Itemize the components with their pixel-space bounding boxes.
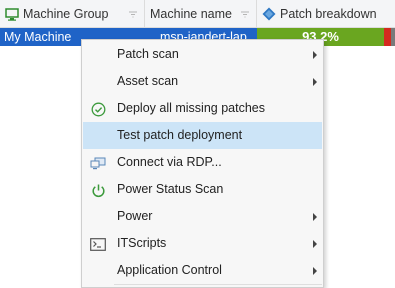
menu-separator [114, 284, 322, 285]
submenu-arrow-icon [313, 213, 317, 221]
menu-item-label: Connect via RDP... [117, 155, 222, 169]
menu-item-label: Power [117, 209, 153, 223]
grid-header: Machine Group Machine name Patch breakdo… [0, 0, 395, 28]
menu-item-patch-scan[interactable]: Patch scan [83, 41, 322, 68]
menu-item-label: Power Status Scan [117, 182, 224, 196]
submenu-arrow-icon [313, 240, 317, 248]
menu-item-itscripts[interactable]: ITScripts [83, 230, 322, 257]
patch-missing-segment [384, 28, 391, 46]
menu-item-label: Deploy all missing patches [117, 101, 265, 115]
column-header-machine-name[interactable]: Machine name [145, 0, 257, 28]
column-header-label: Machine Group [23, 7, 109, 21]
filter-icon[interactable] [240, 9, 250, 19]
check-circle-icon [89, 100, 107, 118]
menu-item-power-status-scan[interactable]: Power Status Scan [83, 176, 322, 203]
menu-item-asset-scan[interactable]: Asset scan [83, 68, 322, 95]
submenu-arrow-icon [313, 267, 317, 275]
menu-item-label: Asset scan [117, 74, 179, 88]
menu-item-test-patch-deployment[interactable]: Test patch deployment [83, 122, 322, 149]
monitor-icon [5, 7, 19, 21]
menu-item-label: ITScripts [117, 236, 167, 250]
context-menu: Patch scan Asset scan Deploy all missing… [81, 39, 324, 288]
menu-item-application-control[interactable]: Application Control [83, 257, 322, 284]
column-header-label: Patch breakdown [280, 7, 377, 21]
column-header-label: Machine name [150, 7, 232, 21]
power-icon [89, 181, 107, 199]
rdp-icon [89, 154, 107, 172]
diamond-icon [262, 7, 276, 21]
patch-bar-end [391, 28, 395, 46]
menu-item-connect-via-rdp[interactable]: Connect via RDP... [83, 149, 322, 176]
submenu-arrow-icon [313, 78, 317, 86]
column-header-patch-breakdown[interactable]: Patch breakdown [257, 0, 395, 28]
menu-item-label: Patch scan [117, 47, 179, 61]
machine-group-cell: My Machine [4, 30, 72, 44]
column-header-machine-group[interactable]: Machine Group [0, 0, 145, 28]
menu-item-power[interactable]: Power [83, 203, 322, 230]
submenu-arrow-icon [313, 51, 317, 59]
menu-item-label: Test patch deployment [117, 128, 243, 142]
terminal-icon [89, 235, 107, 253]
filter-icon[interactable] [128, 9, 138, 19]
menu-item-label: Application Control [117, 263, 222, 277]
menu-item-deploy-all-missing-patches[interactable]: Deploy all missing patches [83, 95, 322, 122]
